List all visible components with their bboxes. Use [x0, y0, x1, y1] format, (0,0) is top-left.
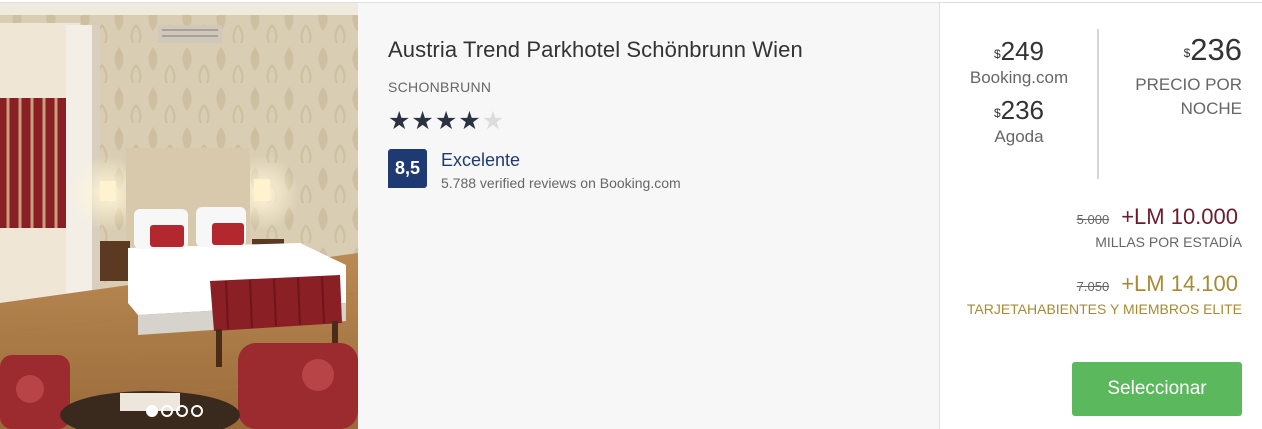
rating-label: Excelente — [441, 150, 521, 170]
provider-prices: $249 Booking.com $236 Agoda — [960, 37, 1078, 155]
star-icon: ★ — [411, 107, 434, 135]
miles-value: +LM 14.100 — [1121, 271, 1238, 296]
miles-old-value: 7.050 — [1076, 279, 1110, 294]
guest-rating: 8,5 Excelente 5.788 verified reviews on … — [388, 149, 939, 191]
provider-name: Booking.com — [969, 68, 1069, 87]
provider-price: $236 — [993, 95, 1045, 125]
rating-score-badge: 8,5 — [388, 149, 427, 188]
photo-carousel-dots — [146, 405, 203, 417]
carousel-dot-2[interactable] — [161, 405, 173, 417]
nightly-price-value: $236 — [1183, 32, 1242, 67]
hotel-room-image — [0, 3, 358, 429]
provider-price: $249 — [993, 36, 1045, 66]
select-button[interactable]: Seleccionar — [1072, 362, 1242, 416]
hotel-card: Austria Trend Parkhotel Schönbrunn Wien … — [0, 2, 1262, 429]
provider-name: Agoda — [994, 127, 1044, 146]
hotel-photo[interactable] — [0, 3, 358, 429]
star-icon: ★ — [388, 107, 411, 135]
miles-value: +LM 10.000 — [1121, 204, 1238, 229]
hotel-name[interactable]: Austria Trend Parkhotel Schönbrunn Wien — [388, 37, 939, 63]
carousel-dot-3[interactable] — [176, 405, 188, 417]
miles-old-value: 5.000 — [1076, 212, 1110, 227]
provider-agoda[interactable]: $236 Agoda — [960, 96, 1078, 147]
review-count: 5.788 verified reviews on Booking.com — [441, 175, 681, 191]
miles-per-stay: 5.000 +LM 10.000 MILLAS POR ESTADÍA — [952, 204, 1242, 250]
miles-elite: 7.050 +LM 14.100 TARJETAHABIENTES Y MIEM… — [952, 271, 1242, 317]
carousel-dot-1[interactable] — [146, 405, 158, 417]
price-divider — [1097, 29, 1099, 179]
star-empty-icon: ★ — [481, 107, 505, 135]
nightly-price-label: PRECIO POR NOCHE — [1135, 75, 1242, 118]
star-icon: ★ — [458, 107, 481, 135]
star-rating: ★ ★ ★ ★ ★ — [388, 107, 939, 135]
carousel-dot-4[interactable] — [191, 405, 203, 417]
hotel-info: Austria Trend Parkhotel Schönbrunn Wien … — [358, 3, 940, 429]
miles-note: TARJETAHABIENTES Y MIEMBROS ELITE — [966, 301, 1242, 317]
star-icon: ★ — [434, 107, 458, 135]
provider-booking[interactable]: $249 Booking.com — [960, 37, 1078, 88]
price-panel: $249 Booking.com $236 Agoda $236 PRECIO … — [940, 3, 1262, 429]
hotel-area: SCHONBRUNN — [388, 79, 492, 95]
miles-note: MILLAS POR ESTADÍA — [1095, 234, 1242, 250]
nightly-price: $236 PRECIO POR NOCHE — [1102, 33, 1242, 121]
